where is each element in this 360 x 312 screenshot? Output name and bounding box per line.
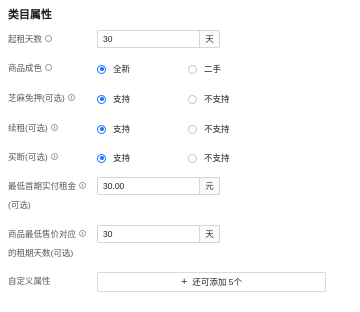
buyout-label: 买断(可选)	[8, 152, 48, 162]
condition-option-new-label: 全新	[113, 64, 131, 74]
add-custom-attribute-button[interactable]: + 还可添加 5个	[97, 272, 326, 292]
radio-unchecked-icon	[188, 153, 197, 163]
sesame-deposit-option-support-label: 支持	[113, 94, 131, 104]
min-sale-rent-days-label-line1: 商品最低售价对应	[8, 229, 77, 239]
min-first-rent-label-line1-wrap: 最低首期实付租金	[8, 179, 87, 193]
radio-checked-icon	[97, 124, 106, 134]
buyout-label-wrap: 买断(可选)	[8, 150, 58, 164]
buyout-option-unsupport[interactable]: 不支持	[188, 152, 230, 164]
sesame-deposit-option-support[interactable]: 支持	[97, 93, 130, 105]
condition-option-new[interactable]: 全新	[97, 63, 130, 75]
category-attributes-form: 类目属性 起租天数 30 天 商品成色 全新 二手 芝麻免押(可选) 支持 不支…	[0, 0, 360, 312]
buyout-option-unsupport-label: 不支持	[204, 153, 230, 163]
radio-checked-icon	[97, 64, 106, 74]
info-circle-icon[interactable]	[67, 94, 75, 102]
renewal-option-unsupport[interactable]: 不支持	[188, 123, 230, 135]
min-sale-rent-days-input[interactable]: 30	[97, 225, 199, 243]
info-circle-icon[interactable]	[50, 153, 58, 161]
renewal-label-wrap: 续租(可选)	[8, 121, 58, 135]
min-sale-rent-days-label-line1-wrap: 商品最低售价对应	[8, 227, 87, 241]
min-rent-days-label: 起租天数	[8, 34, 43, 44]
min-rent-days-input-group: 30 天	[97, 30, 220, 48]
radio-unchecked-icon	[188, 64, 197, 74]
min-first-rent-input-group: 30.00 元	[97, 177, 220, 195]
info-circle-icon[interactable]	[79, 230, 87, 238]
condition-option-used-label: 二手	[204, 64, 222, 74]
min-rent-days-input[interactable]: 30	[97, 30, 199, 48]
info-circle-icon[interactable]	[79, 182, 87, 190]
condition-option-used[interactable]: 二手	[188, 63, 221, 75]
sesame-deposit-label: 芝麻免押(可选)	[8, 93, 65, 103]
section-title: 类目属性	[8, 9, 52, 21]
min-first-rent-unit: 元	[199, 177, 220, 195]
renewal-option-support-label: 支持	[113, 124, 131, 134]
renewal-label: 续租(可选)	[8, 123, 48, 133]
min-rent-days-label-wrap: 起租天数	[8, 32, 53, 46]
renewal-option-unsupport-label: 不支持	[204, 124, 230, 134]
min-first-rent-label-line1: 最低首期实付租金	[8, 181, 77, 191]
radio-checked-icon	[97, 153, 106, 163]
sesame-deposit-option-unsupport[interactable]: 不支持	[188, 93, 230, 105]
condition-label-wrap: 商品成色	[8, 61, 53, 75]
min-sale-rent-days-unit: 天	[199, 225, 220, 243]
custom-attributes-label: 自定义属性	[8, 276, 51, 286]
radio-unchecked-icon	[188, 124, 197, 134]
renewal-option-support[interactable]: 支持	[97, 123, 130, 135]
question-circle-icon[interactable]	[45, 64, 53, 72]
buyout-option-support[interactable]: 支持	[97, 152, 130, 164]
min-sale-rent-days-label-line2: 的租期天数(可选)	[8, 248, 74, 258]
radio-checked-icon	[97, 94, 106, 104]
radio-unchecked-icon	[188, 94, 197, 104]
sesame-deposit-option-unsupport-label: 不支持	[204, 94, 230, 104]
question-circle-icon[interactable]	[45, 35, 53, 43]
min-sale-rent-days-input-group: 30 天	[97, 225, 220, 243]
condition-label: 商品成色	[8, 63, 43, 73]
min-first-rent-input[interactable]: 30.00	[97, 177, 199, 195]
sesame-deposit-label-wrap: 芝麻免押(可选)	[8, 91, 75, 105]
add-custom-attribute-label: 还可添加 5个	[192, 277, 243, 287]
info-circle-icon[interactable]	[50, 124, 58, 132]
buyout-option-support-label: 支持	[113, 153, 131, 163]
min-rent-days-unit: 天	[199, 30, 220, 48]
plus-icon: +	[180, 276, 188, 288]
min-first-rent-label-line2: (可选)	[8, 200, 31, 210]
